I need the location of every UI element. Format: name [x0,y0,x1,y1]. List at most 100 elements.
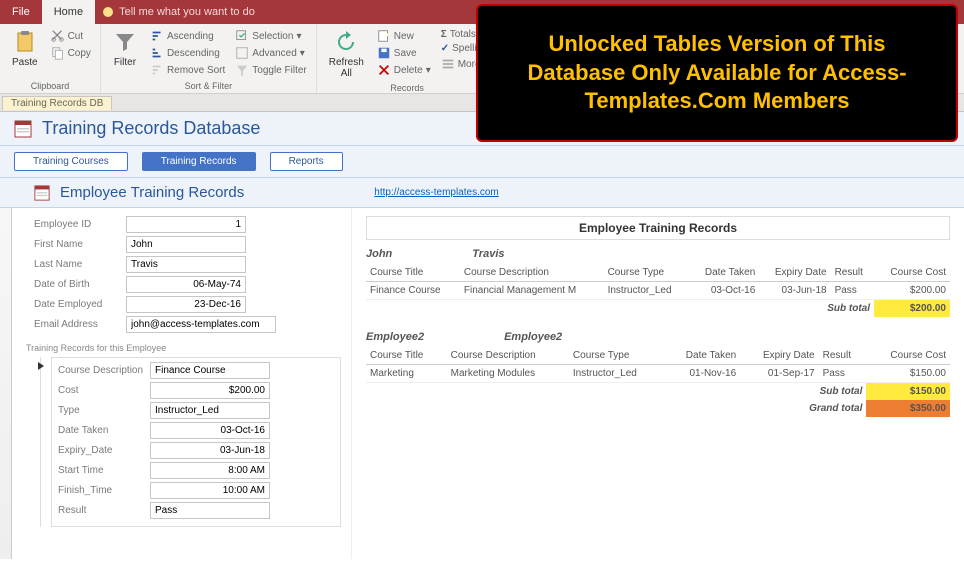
selection-button[interactable]: Selection▾ [232,28,309,44]
label-email: Email Address [34,319,126,330]
input-date-taken[interactable] [150,422,270,439]
input-course-desc[interactable] [150,362,270,379]
tab-home[interactable]: Home [42,0,95,24]
form-icon [34,185,50,201]
table-row: Marketing Marketing Modules Instructor_L… [366,365,950,383]
sort-desc-icon [150,46,164,60]
save-icon [377,46,391,60]
record-selector[interactable] [0,208,12,559]
input-expiry-date[interactable] [150,442,270,459]
label-demp: Date Employed [34,299,126,310]
advanced-button[interactable]: Advanced▾ [232,45,309,61]
label-dexp: Expiry_Date [58,445,150,456]
subtotal-value: $200.00 [874,300,950,318]
col-date-taken: Date Taken [690,264,760,282]
sort-asc-button[interactable]: Ascending [147,28,228,44]
subform-link[interactable]: http://access-templates.com [374,187,499,198]
tab-file[interactable]: File [0,0,42,24]
form-icon [14,120,32,138]
content-area: Employee ID First Name Last Name Date of… [0,208,964,559]
sigma-icon: Σ [441,29,447,40]
scissors-icon [51,29,65,43]
label-last: Last Name [34,259,126,270]
record-pointer-icon [38,362,44,370]
new-button[interactable]: New [374,28,434,44]
subform-header: Employee Training Records http://access-… [0,178,964,208]
tell-me-placeholder: Tell me what you want to do [119,6,255,18]
ribbon-group-records: Refresh All New Save Delete▾ ΣTotals ✓Sp… [317,24,499,93]
training-records-section-label: Training Records for this Employee [26,343,341,353]
input-first-name[interactable] [126,236,246,253]
copy-icon [51,46,65,60]
chevron-down-icon: ▾ [300,48,305,59]
input-start-time[interactable] [150,462,270,479]
report-pane: Employee Training Records John Travis Co… [352,208,964,559]
input-result[interactable] [150,502,270,519]
employee-name-2: Employee2 Employee2 [366,331,950,343]
col-course-cost: Course Cost [874,264,950,282]
filter-button[interactable]: Filter [107,28,143,78]
label-first: First Name [34,239,126,250]
col-course-desc: Course Description [460,264,604,282]
label-dob: Date of Birth [34,279,126,290]
sort-asc-icon [150,29,164,43]
copy-button[interactable]: Copy [48,45,94,61]
ribbon-group-sortfilter: Filter Ascending Descending Remove Sort … [101,24,317,93]
refresh-icon [334,30,358,54]
ribbon-label-clipboard: Clipboard [6,81,94,91]
more-icon [441,57,455,71]
col-course-title: Course Title [366,264,460,282]
col-expiry-date: Expiry Date [759,264,830,282]
input-type[interactable] [150,402,270,419]
input-last-name[interactable] [126,256,246,273]
toggle-filter-icon [235,63,249,77]
label-empid: Employee ID [34,219,126,230]
chevron-down-icon: ▾ [296,31,301,42]
remove-sort-icon [150,63,164,77]
ribbon-label-records: Records [323,83,492,93]
selection-icon [235,29,249,43]
cut-button[interactable]: Cut [48,28,94,44]
refresh-all-button[interactable]: Refresh All [323,28,370,81]
object-tab-training-records[interactable]: Training Records DB [2,96,112,110]
col-result: Result [831,264,874,282]
training-subrecord: Course Description Cost Type Date Taken … [51,357,341,527]
funnel-icon [113,30,137,54]
save-button[interactable]: Save [374,45,434,61]
nav-training-records[interactable]: Training Records [142,152,256,171]
report-title: Employee Training Records [366,216,950,240]
paste-icon [13,30,37,54]
subtotal-label: Sub total [366,300,874,318]
promo-text: Unlocked Tables Version of This Database… [502,30,932,116]
nav-row: Training Courses Training Records Report… [0,146,964,178]
remove-sort-button[interactable]: Remove Sort [147,62,228,78]
advanced-icon [235,46,249,60]
nav-reports[interactable]: Reports [270,152,343,171]
employee-form: Employee ID First Name Last Name Date of… [12,208,352,559]
input-dob[interactable] [126,276,246,293]
grandtotal-value: $350.00 [866,400,950,417]
input-finish-time[interactable] [150,482,270,499]
paste-button[interactable]: Paste [6,28,44,70]
input-empid[interactable] [126,216,246,233]
label-stime: Start Time [58,465,150,476]
nav-training-courses[interactable]: Training Courses [14,152,128,171]
lightbulb-icon [103,7,113,17]
label-type: Type [58,405,150,416]
input-date-employed[interactable] [126,296,246,313]
toggle-filter-button[interactable]: Toggle Filter [232,62,309,78]
delete-icon [377,63,391,77]
input-email[interactable] [126,316,276,333]
new-icon [377,29,391,43]
grandtotal-label: Grand total [366,400,866,417]
ribbon-group-clipboard: Paste Cut Copy Clipboard [0,24,101,93]
label-dtaken: Date Taken [58,425,150,436]
chevron-down-icon: ▾ [426,65,431,76]
promo-overlay: Unlocked Tables Version of This Database… [476,4,958,142]
report-table-1: Course Title Course Description Course T… [366,264,950,317]
sort-desc-button[interactable]: Descending [147,45,228,61]
input-cost[interactable] [150,382,270,399]
label-cost: Cost [58,385,150,396]
report-table-2: Course Title Course Description Course T… [366,347,950,417]
delete-button[interactable]: Delete▾ [374,62,434,78]
